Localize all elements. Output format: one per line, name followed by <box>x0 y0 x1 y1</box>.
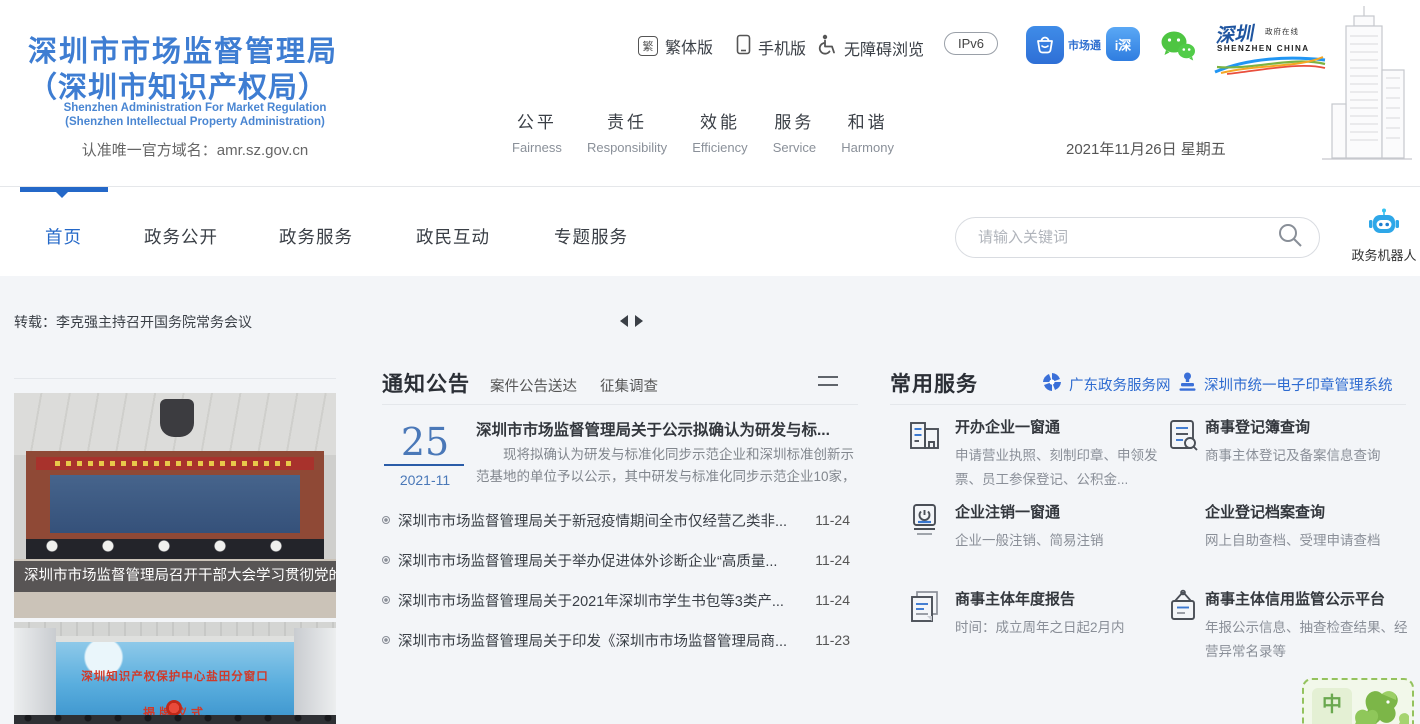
eseal-system-link[interactable]: 深圳市统一电子印章管理系统 <box>1178 372 1393 396</box>
photo2-banner: 深圳知识产权保护中心盐田分窗口 揭牌仪式 <box>56 642 294 718</box>
photo2-ceiling <box>14 622 336 636</box>
service-item[interactable]: 商事主体年度报告 时间：成立周年之日起2月内 <box>955 588 1169 640</box>
shen-i-app-icon[interactable]: i深 <box>1106 27 1140 61</box>
notice-list: 深圳市市场监督管理局关于新冠疫情期间全市仅经营乙类非... 11-24 深圳市市… <box>382 500 850 660</box>
green-campaign-badge[interactable]: 中 <box>1302 678 1414 724</box>
photo2-column-right <box>294 628 336 724</box>
core-values: 公平Fairness 责任Responsibility 效能Efficiency… <box>512 108 894 155</box>
gov-robot-button[interactable]: 政务机器人 <box>1348 208 1420 264</box>
service-item[interactable]: 商事登记簿查询 商事主体登记及备案信息查询 <box>1205 416 1415 468</box>
market-app-link[interactable]: 市场通 <box>1026 26 1101 64</box>
search-input[interactable] <box>978 229 1277 246</box>
badge-character: 中 <box>1312 688 1352 722</box>
bullet-icon <box>382 516 390 524</box>
photo-projector <box>160 399 194 437</box>
service-item[interactable]: 开办企业一窗通 申请营业执照、刻制印章、申领发票、员工参保登记、公积金... <box>955 416 1169 491</box>
search-icon[interactable] <box>1277 222 1303 253</box>
site-title-en: Shenzhen Administration For Market Regul… <box>30 102 360 114</box>
robot-icon <box>1348 208 1420 243</box>
featured-notice-summary: 现将拟确认为研发与标准化同步示范企业和深圳标准创新示范基地的单位予以公示，其中研… <box>476 444 860 490</box>
credit-platform-icon <box>1164 588 1202 631</box>
photo2-flower <box>166 700 182 716</box>
ipv6-badge[interactable]: IPv6 <box>944 32 998 55</box>
service-item[interactable]: 企业注销一窗通 企业一般注销、简易注销 <box>955 501 1169 553</box>
services-divider <box>890 404 1406 405</box>
carousel-slide-unveiling[interactable]: 深圳知识产权保护中心盐田分窗口 揭牌仪式 <box>14 622 336 724</box>
annual-report-icon <box>906 588 944 631</box>
featured-underline <box>384 464 464 466</box>
seal-stamp-icon <box>1178 372 1197 396</box>
robot-label: 政务机器人 <box>1348 245 1420 264</box>
nav-gov-disclosure[interactable]: 政务公开 <box>144 224 218 249</box>
service-item[interactable]: 商事主体信用监管公示平台 年报公示信息、抽查检查结果、经营异常名录等 <box>1205 588 1413 663</box>
traditional-chinese-link[interactable]: 繁 繁体版 <box>638 34 713 58</box>
services-title: 常用服务 <box>890 368 978 398</box>
site-subtitle-en: (Shenzhen Intellectual Property Administ… <box>30 116 360 128</box>
photo-screen <box>50 475 300 533</box>
notice-row[interactable]: 深圳市市场监督管理局关于新冠疫情期间全市仅经营乙类非... 11-24 <box>382 500 850 540</box>
search-box <box>955 217 1320 258</box>
photo2-people <box>14 715 336 724</box>
carousel-slide-conference[interactable]: 深圳市市场监督管理局召开干部大会学习贯彻党的十... <box>14 393 336 618</box>
ticker-prev-icon[interactable] <box>620 315 628 327</box>
value-harmony: 和谐Harmony <box>841 108 894 155</box>
site-subtitle-cn: （深圳市知识产权局） <box>28 64 328 106</box>
traditional-chinese-icon: 繁 <box>638 36 658 56</box>
bullet-icon <box>382 596 390 604</box>
bullet-icon <box>382 556 390 564</box>
mobile-icon <box>736 34 751 60</box>
nav-active-arrow <box>56 192 68 204</box>
service-item[interactable]: 企业登记档案查询 网上自助查档、受理申请查档 <box>1205 501 1415 553</box>
company-close-icon <box>906 501 944 544</box>
notices-divider <box>382 404 858 405</box>
news-ticker[interactable]: 转载：李克强主持召开国务院常务会议 <box>14 312 252 332</box>
notices-more-icon[interactable] <box>818 376 838 392</box>
nav-home[interactable]: 首页 <box>45 224 82 249</box>
featured-day: 25 <box>396 420 454 464</box>
photo-speakers <box>26 539 324 559</box>
nav-gov-services[interactable]: 政务服务 <box>279 224 353 249</box>
notice-row[interactable]: 深圳市市场监督管理局关于举办促进体外诊断企业“高质量... 11-24 <box>382 540 850 580</box>
nav-interaction[interactable]: 政民互动 <box>416 224 490 249</box>
badge-char-box: 中 <box>1312 688 1352 724</box>
guangdong-service-link[interactable]: 广东政务服务网 <box>1042 372 1171 396</box>
market-app-icon <box>1026 26 1064 64</box>
ticker-arrows <box>620 315 643 327</box>
photo2-banner-title: 深圳知识产权保护中心盐田分窗口 <box>56 668 294 684</box>
pinwheel-icon <box>1042 372 1062 396</box>
carousel-caption: 深圳市市场监督管理局召开干部大会学习贯彻党的十... <box>14 561 336 592</box>
market-app-label: 市场通 <box>1068 37 1101 53</box>
gov-online-text: 政府在线 <box>1265 26 1299 37</box>
official-domain-note: 认准唯一官方域名：amr.sz.gov.cn <box>30 139 360 160</box>
ticker-next-icon[interactable] <box>635 315 643 327</box>
carousel-divider <box>14 378 336 379</box>
photo-banner <box>36 457 314 470</box>
company-open-icon <box>906 416 944 459</box>
accessibility-link[interactable]: 无障碍浏览 <box>816 34 924 61</box>
shenzhen-china-text: SHENZHEN CHINA <box>1217 44 1310 53</box>
value-service: 服务Service <box>773 108 816 155</box>
photo2-column-left <box>14 628 56 724</box>
notice-row[interactable]: 深圳市市场监督管理局关于2021年深圳市学生书包等3类产... 11-24 <box>382 580 850 620</box>
nav-special-services[interactable]: 专题服务 <box>554 224 628 249</box>
mobile-version-link[interactable]: 手机版 <box>736 34 806 60</box>
value-responsibility: 责任Responsibility <box>587 108 667 155</box>
clover-leaves <box>1348 682 1410 724</box>
value-efficiency: 效能Efficiency <box>692 108 747 155</box>
tab-surveys[interactable]: 征集调查 <box>600 375 658 396</box>
featured-month: 2021-11 <box>396 472 454 488</box>
register-search-icon <box>1164 416 1202 459</box>
notice-row[interactable]: 深圳市市场监督管理局关于印发《深圳市市场监督管理局商... 11-23 <box>382 620 850 660</box>
wechat-icon[interactable] <box>1160 30 1196 67</box>
accessibility-icon <box>816 34 837 61</box>
page: 深圳市市场监督管理局 （深圳市知识产权局） Shenzhen Administr… <box>0 0 1420 724</box>
tab-case-announcements[interactable]: 案件公告送达 <box>490 375 577 396</box>
value-fairness: 公平Fairness <box>512 108 562 155</box>
notices-title: 通知公告 <box>382 368 470 398</box>
featured-notice-title[interactable]: 深圳市市场监督管理局关于公示拟确认为研发与标... <box>476 418 860 440</box>
bullet-icon <box>382 636 390 644</box>
building-sketch <box>1312 4 1418 177</box>
current-date: 2021年11月26日 星期五 <box>1066 138 1226 159</box>
